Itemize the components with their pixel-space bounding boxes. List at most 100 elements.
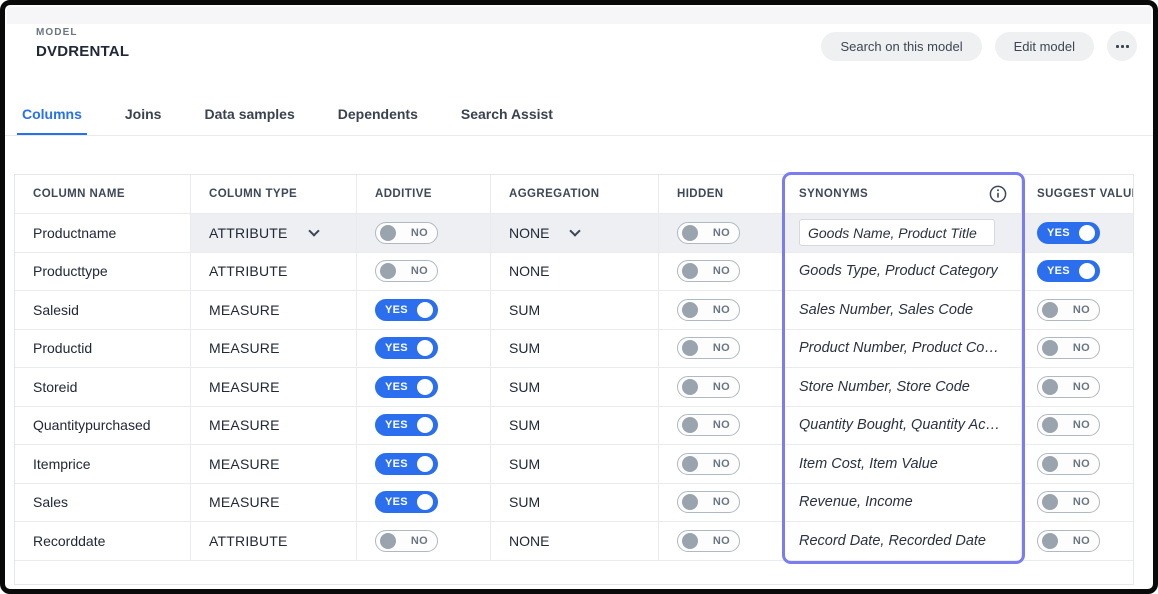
hidden-cell: NO [659,368,785,407]
suggest-values-toggle[interactable]: NO [1037,491,1100,513]
table-row[interactable]: Storeid MEASURE YES SUM NO Store Number,… [15,368,1133,407]
additive-toggle[interactable]: YES [375,414,438,436]
hidden-cell: NO [659,484,785,523]
table-row[interactable]: Salesid MEASURE YES SUM NO Sales Number,… [15,291,1133,330]
table-row[interactable]: Sales MEASURE YES SUM NO Revenue, Income… [15,484,1133,523]
suggest-values-toggle[interactable]: NO [1037,299,1100,321]
header-column-name: COLUMN NAME [15,175,191,214]
suggest-values-toggle[interactable]: NO [1037,376,1100,398]
model-label: MODEL [36,27,129,38]
additive-cell: YES [357,484,491,523]
column-name-cell[interactable]: Productname [15,214,191,253]
suggest-values-toggle[interactable]: YES [1037,260,1100,282]
synonyms-cell[interactable]: Item Cost, Item Value [785,445,1022,484]
aggregation-cell[interactable]: SUM [491,445,659,484]
additive-toggle[interactable]: YES [375,337,438,359]
suggest-values-toggle[interactable]: YES [1037,222,1100,244]
aggregation-cell[interactable]: SUM [491,330,659,369]
synonyms-cell[interactable]: Product Number, Product Co… [785,330,1022,369]
additive-toggle[interactable]: YES [375,453,438,475]
aggregation-cell[interactable]: SUM [491,368,659,407]
header-actions: Search on this model Edit model [821,31,1137,61]
toggle-knob [682,263,698,279]
hidden-cell: NO [659,330,785,369]
table-row[interactable]: Quantitypurchased MEASURE YES SUM NO Qua… [15,407,1133,446]
column-type-cell[interactable]: ATTRIBUTE [191,214,357,253]
table-row[interactable]: Productid MEASURE YES SUM NO Product Num… [15,330,1133,369]
column-type-cell[interactable]: MEASURE [191,445,357,484]
additive-toggle[interactable]: YES [375,491,438,513]
column-type-value: ATTRIBUTE [209,225,288,241]
tab-joins[interactable]: Joins [120,102,167,136]
aggregation-cell[interactable]: NONE [491,214,659,253]
aggregation-cell[interactable]: NONE [491,253,659,292]
hidden-cell: NO [659,253,785,292]
additive-cell: YES [357,445,491,484]
more-options-button[interactable] [1107,31,1137,61]
synonyms-cell[interactable]: Store Number, Store Code [785,368,1022,407]
synonyms-cell[interactable]: Quantity Bought, Quantity Ac… [785,407,1022,446]
hidden-toggle[interactable]: NO [677,222,740,244]
chevron-down-icon[interactable] [570,225,581,236]
hidden-toggle[interactable]: NO [677,299,740,321]
aggregation-cell[interactable]: SUM [491,291,659,330]
aggregation-cell[interactable]: SUM [491,407,659,446]
synonyms-cell[interactable]: Goods Type, Product Category [785,253,1022,292]
synonyms-cell [785,214,1022,253]
tab-search-assist[interactable]: Search Assist [456,102,558,136]
additive-toggle[interactable]: NO [375,260,438,282]
column-name-cell[interactable]: Storeid [15,368,191,407]
suggest-values-toggle[interactable]: NO [1037,414,1100,436]
search-on-model-button[interactable]: Search on this model [821,32,981,61]
tab-dependents[interactable]: Dependents [333,102,423,136]
hidden-toggle[interactable]: NO [677,260,740,282]
chevron-down-icon[interactable] [308,225,319,236]
column-name-cell[interactable]: Itemprice [15,445,191,484]
column-type-cell[interactable]: MEASURE [191,368,357,407]
table-row[interactable]: Recorddate ATTRIBUTE NO NONE NO Record D… [15,522,1133,561]
top-strip [7,7,1151,24]
synonyms-cell[interactable]: Sales Number, Sales Code [785,291,1022,330]
column-type-cell[interactable]: MEASURE [191,291,357,330]
suggest-values-toggle[interactable]: NO [1037,530,1100,552]
hidden-toggle[interactable]: NO [677,337,740,359]
synonyms-cell[interactable]: Revenue, Income [785,484,1022,523]
hidden-toggle[interactable]: NO [677,453,740,475]
column-name-cell[interactable]: Salesid [15,291,191,330]
additive-toggle[interactable]: NO [375,222,438,244]
hidden-toggle[interactable]: NO [677,414,740,436]
additive-cell: NO [357,522,491,561]
additive-toggle[interactable]: YES [375,376,438,398]
suggest-values-toggle[interactable]: NO [1037,453,1100,475]
tab-data-samples[interactable]: Data samples [199,102,299,136]
model-header: MODEL DVDRENTAL [36,27,129,60]
aggregation-cell[interactable]: SUM [491,484,659,523]
additive-toggle[interactable]: NO [375,530,438,552]
ellipsis-icon [1121,45,1124,48]
table-row[interactable]: Productname ATTRIBUTE NO NONE NO [15,214,1133,253]
column-name-cell[interactable]: Recorddate [15,522,191,561]
column-type-cell[interactable]: MEASURE [191,330,357,369]
synonyms-input[interactable] [799,219,995,246]
column-name-cell[interactable]: Producttype [15,253,191,292]
additive-toggle[interactable]: YES [375,299,438,321]
columns-table: COLUMN NAME COLUMN TYPE ADDITIVE AGGREGA… [14,174,1134,585]
table-row[interactable]: Itemprice MEASURE YES SUM NO Item Cost, … [15,445,1133,484]
aggregation-cell[interactable]: NONE [491,522,659,561]
column-type-cell[interactable]: ATTRIBUTE [191,522,357,561]
column-type-cell[interactable]: MEASURE [191,407,357,446]
column-name-cell[interactable]: Productid [15,330,191,369]
synonyms-cell[interactable]: Record Date, Recorded Date [785,522,1022,561]
table-row[interactable]: Producttype ATTRIBUTE NO NONE NO Goods T… [15,253,1133,292]
column-name-cell[interactable]: Sales [15,484,191,523]
suggest-values-toggle[interactable]: NO [1037,337,1100,359]
column-type-cell[interactable]: MEASURE [191,484,357,523]
hidden-toggle[interactable]: NO [677,376,740,398]
tab-columns[interactable]: Columns [17,102,87,136]
hidden-toggle[interactable]: NO [677,491,740,513]
column-type-cell[interactable]: ATTRIBUTE [191,253,357,292]
column-name-cell[interactable]: Quantitypurchased [15,407,191,446]
edit-model-button[interactable]: Edit model [995,32,1094,61]
info-icon[interactable] [989,185,1007,203]
hidden-toggle[interactable]: NO [677,530,740,552]
